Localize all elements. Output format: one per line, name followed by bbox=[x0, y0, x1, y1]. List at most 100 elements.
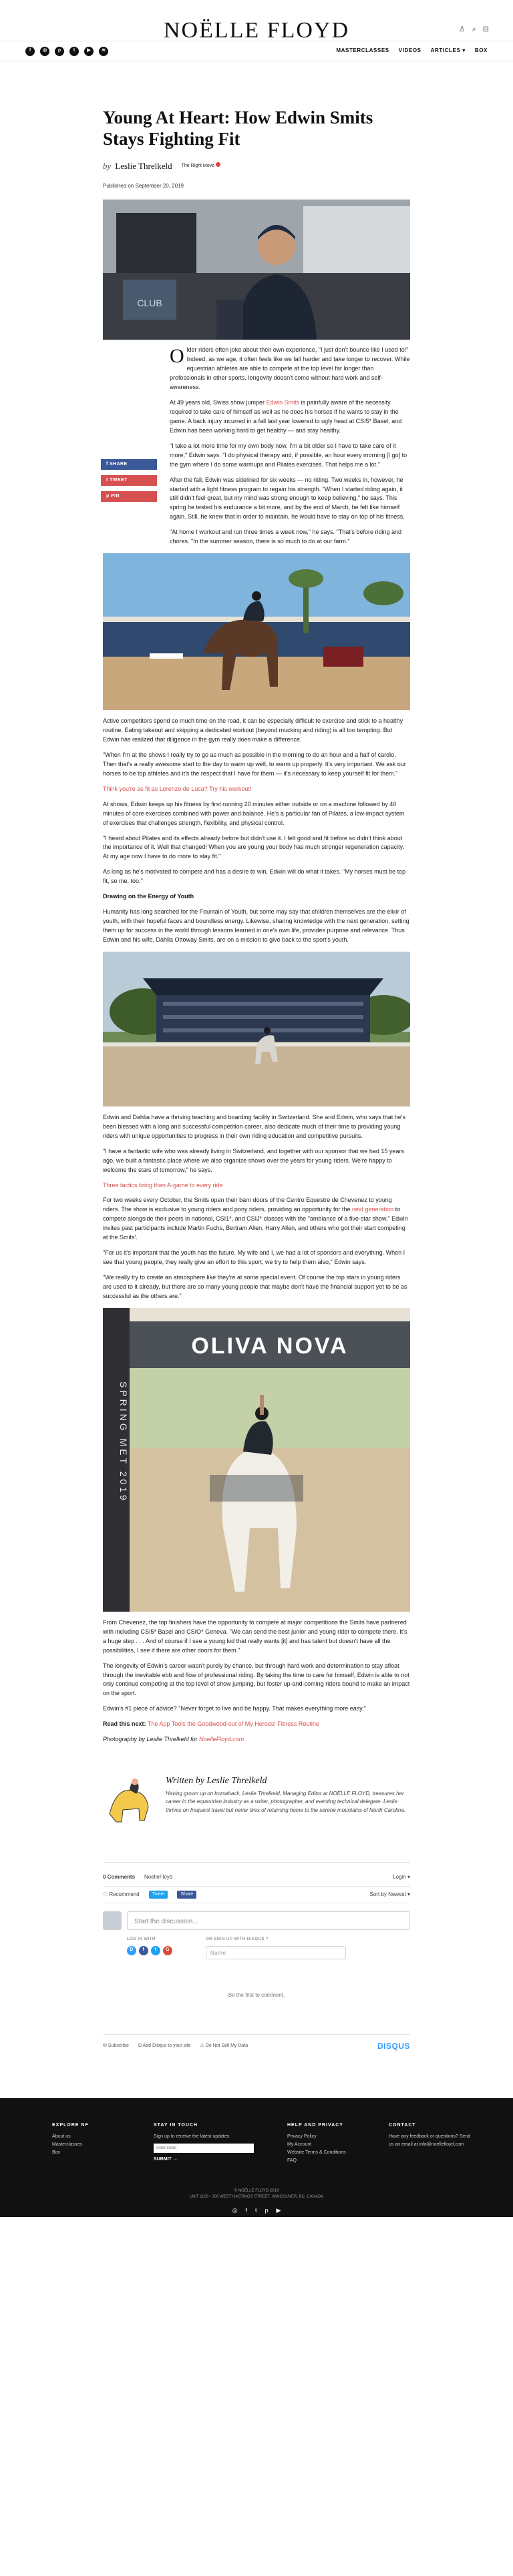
footer-social: ◎ f t p ▶ bbox=[0, 2206, 513, 2216]
footer-heading: EXPLORE NF bbox=[52, 2122, 89, 2128]
photo-credit: Photography by Leslie Threlkeld for Noel… bbox=[103, 1736, 244, 1743]
comments-site[interactable]: NoelleFloyd bbox=[144, 1873, 172, 1881]
comments-toolbar: ♡ Recommend Tweet Share Sort by Newest ▾ bbox=[103, 1887, 410, 1904]
author-link[interactable]: Leslie Threlkeld bbox=[115, 159, 172, 173]
tweet-button[interactable]: Tweet bbox=[148, 1890, 168, 1899]
subscribe-link[interactable]: ✉ Subscribe bbox=[103, 2043, 129, 2050]
share-pinterest-button[interactable]: p PIN bbox=[101, 491, 157, 502]
next-generation-link[interactable]: next generation bbox=[352, 1206, 393, 1213]
related-link[interactable]: Think you're as fit as Lorenzo de Luca? … bbox=[103, 785, 410, 794]
paragraph: "For us it's important that the youth ha… bbox=[103, 1249, 405, 1266]
footer-explore: EXPLORE NF About us Masterclasses Box bbox=[52, 2122, 154, 2165]
paragraph: Older riders often joke about their own … bbox=[170, 345, 410, 391]
paragraph: At 49 years old, Swiss show jumper Edwin… bbox=[170, 399, 402, 434]
footer-heading: STAY IN TOUCH bbox=[154, 2122, 198, 2128]
privacy-link[interactable]: ⚠ Do Not Sell My Data bbox=[200, 2043, 248, 2050]
disqus-logo[interactable]: DISQUS bbox=[377, 2040, 410, 2053]
paragraph: "At home I workout and run three times a… bbox=[170, 529, 401, 545]
pinterest-icon[interactable]: p bbox=[265, 2206, 268, 2216]
banner-text: OLIVA NOVA bbox=[191, 1333, 348, 1359]
paragraph: Edwin and Dahlia have a thriving teachin… bbox=[103, 1113, 405, 1139]
bio-name: Written by Leslie Threlkeld bbox=[166, 1776, 267, 1787]
site-header: NOËLLE FLOYD ♙ ⌕ ⊟ bbox=[0, 0, 513, 43]
svg-text:CLUB: CLUB bbox=[137, 298, 162, 308]
footer-contact: CONTACT Have any feedback or questions? … bbox=[389, 2122, 490, 2165]
article-photo-oliva-nova: OLIVA NOVA SPRING MET 2019 bbox=[103, 1307, 410, 1612]
read-next: Read this next: The App Tools the Goodwo… bbox=[103, 1720, 319, 1728]
banner-side-text: SPRING MET 2019 bbox=[118, 1381, 129, 1503]
paragraph: After the fall, Edwin was sidelined for … bbox=[170, 476, 405, 521]
publish-date: Published on September 20, 2019 bbox=[103, 182, 184, 189]
avatar bbox=[103, 1911, 122, 1931]
recommend-button[interactable]: ♡ Recommend bbox=[103, 1891, 140, 1899]
paragraph: "I have a fantastic wife who was already… bbox=[103, 1147, 404, 1173]
submit-button[interactable]: SUBMIT → bbox=[154, 2156, 287, 2164]
facebook-login-icon[interactable]: f bbox=[139, 1945, 148, 1955]
paragraph: At shows, Edwin keeps up his fitness by … bbox=[103, 800, 405, 826]
site-footer: EXPLORE NF About us Masterclasses Box ST… bbox=[0, 2098, 513, 2217]
search-icon[interactable]: ⌕ bbox=[472, 24, 476, 35]
add-disqus-link[interactable]: D Add Disqus to your site bbox=[138, 2043, 191, 2050]
name-input[interactable]: Name bbox=[206, 1945, 346, 1959]
disqus-login-icon[interactable]: D bbox=[127, 1945, 136, 1955]
instagram-icon[interactable]: ◎ bbox=[232, 2206, 238, 2216]
paragraph: Humanity has long searched for the Fount… bbox=[103, 908, 409, 943]
user-icon[interactable]: ♙ bbox=[459, 24, 466, 35]
footer-heading: HELP AND PRIVACY bbox=[287, 2122, 343, 2128]
sort-dropdown[interactable]: Sort by Newest ▾ bbox=[370, 1891, 410, 1899]
read-next-link[interactable]: The App Tools the Goodwood-out of My Her… bbox=[148, 1720, 319, 1727]
author-bio: Written by Leslie Threlkeld Having grown… bbox=[103, 1762, 410, 1839]
paragraph: "I heard about Pilates and its effects a… bbox=[103, 834, 404, 860]
article-photo-jumping bbox=[103, 553, 410, 711]
paragraph: For two weeks every October, the Smits o… bbox=[103, 1197, 408, 1241]
bio-text: Having grown up on horseback, Leslie Thr… bbox=[166, 1790, 405, 1813]
comment-input[interactable]: Start the discussion... bbox=[127, 1911, 410, 1931]
share-facebook-button[interactable]: f SHARE bbox=[101, 459, 157, 470]
publication-label[interactable]: The Right Move bbox=[182, 162, 220, 170]
disqus-footer: ✉ Subscribe D Add Disqus to your site ⚠ … bbox=[103, 2034, 410, 2058]
comments-header: 0 Comments NoelleFloyd Login ▾ bbox=[103, 1869, 410, 1887]
footer-link[interactable]: FAQ bbox=[287, 2158, 297, 2163]
section-heading: Drawing on the Energy of Youth bbox=[103, 893, 194, 900]
footer-help: HELP AND PRIVACY Privacy Policy My Accou… bbox=[287, 2122, 389, 2165]
publication-dot-icon bbox=[215, 162, 220, 167]
drop-cap: O bbox=[170, 345, 184, 368]
footer-link[interactable]: Masterclasses bbox=[52, 2142, 82, 2147]
pinterest-icon: p bbox=[106, 493, 112, 499]
author-illustration bbox=[103, 1774, 156, 1828]
paragraph: Active competitors spend so much time on… bbox=[103, 717, 403, 743]
footer-link[interactable]: My Account bbox=[287, 2142, 311, 2147]
footer-link[interactable]: Box bbox=[52, 2150, 60, 2155]
youtube-icon[interactable]: ▶ bbox=[276, 2206, 281, 2216]
footer-legal: © NOËLLE FLOYD 2019 UNIT 1108 - 300 WEST… bbox=[0, 2188, 513, 2201]
edwin-smits-link[interactable]: Edwin Smits bbox=[267, 399, 300, 406]
site-logo[interactable]: NOËLLE FLOYD bbox=[0, 13, 513, 49]
paragraph: The longevity of Edwin's career wasn't p… bbox=[103, 1662, 410, 1697]
comments-section: 0 Comments NoelleFloyd Login ▾ ♡ Recomme… bbox=[103, 1862, 410, 2058]
footer-link[interactable]: Website Terms & Conditions bbox=[287, 2150, 346, 2155]
facebook-icon[interactable]: f bbox=[245, 2206, 247, 2216]
twitter-icon[interactable]: t bbox=[255, 2206, 257, 2216]
login-dropdown[interactable]: Login ▾ bbox=[393, 1873, 410, 1881]
footer-link[interactable]: About us bbox=[52, 2134, 71, 2139]
footer-heading: CONTACT bbox=[389, 2122, 416, 2128]
share-button[interactable]: Share bbox=[177, 1890, 197, 1899]
share-twitter-button[interactable]: t TWEET bbox=[101, 475, 157, 486]
signup-with-label: OR SIGN UP WITH DISQUS ? bbox=[206, 1937, 269, 1942]
copyright: © NOËLLE FLOYD 2019 bbox=[234, 2188, 279, 2193]
share-buttons: f SHARE t TWEET p PIN bbox=[101, 459, 157, 507]
twitter-login-icon[interactable]: t bbox=[151, 1945, 160, 1955]
contact-text: Have any feedback or questions? Send us … bbox=[389, 2134, 471, 2148]
google-login-icon[interactable]: G bbox=[163, 1945, 172, 1955]
byline-by: by bbox=[103, 160, 112, 171]
address: UNIT 1108 - 300 WEST HASTINGS STREET, VA… bbox=[189, 2195, 324, 2200]
related-link[interactable]: Three tactics bring then A-game to every… bbox=[103, 1181, 410, 1191]
footer-newsletter: STAY IN TOUCH Sign up to receive the lat… bbox=[154, 2122, 287, 2165]
email-input[interactable]: enter email bbox=[154, 2144, 254, 2154]
paragraph: Edwin's #1 piece of advice? "Never forge… bbox=[103, 1705, 366, 1712]
cart-icon[interactable]: ⊟ bbox=[483, 24, 489, 35]
paragraph: From Chevenez, the top finishers have th… bbox=[103, 1618, 407, 1654]
article-title: Young At Heart: How Edwin Smits Stays Fi… bbox=[103, 107, 373, 149]
footer-link[interactable]: Privacy Policy bbox=[287, 2134, 317, 2139]
credit-link[interactable]: NoelleFloyd.com bbox=[199, 1736, 244, 1742]
